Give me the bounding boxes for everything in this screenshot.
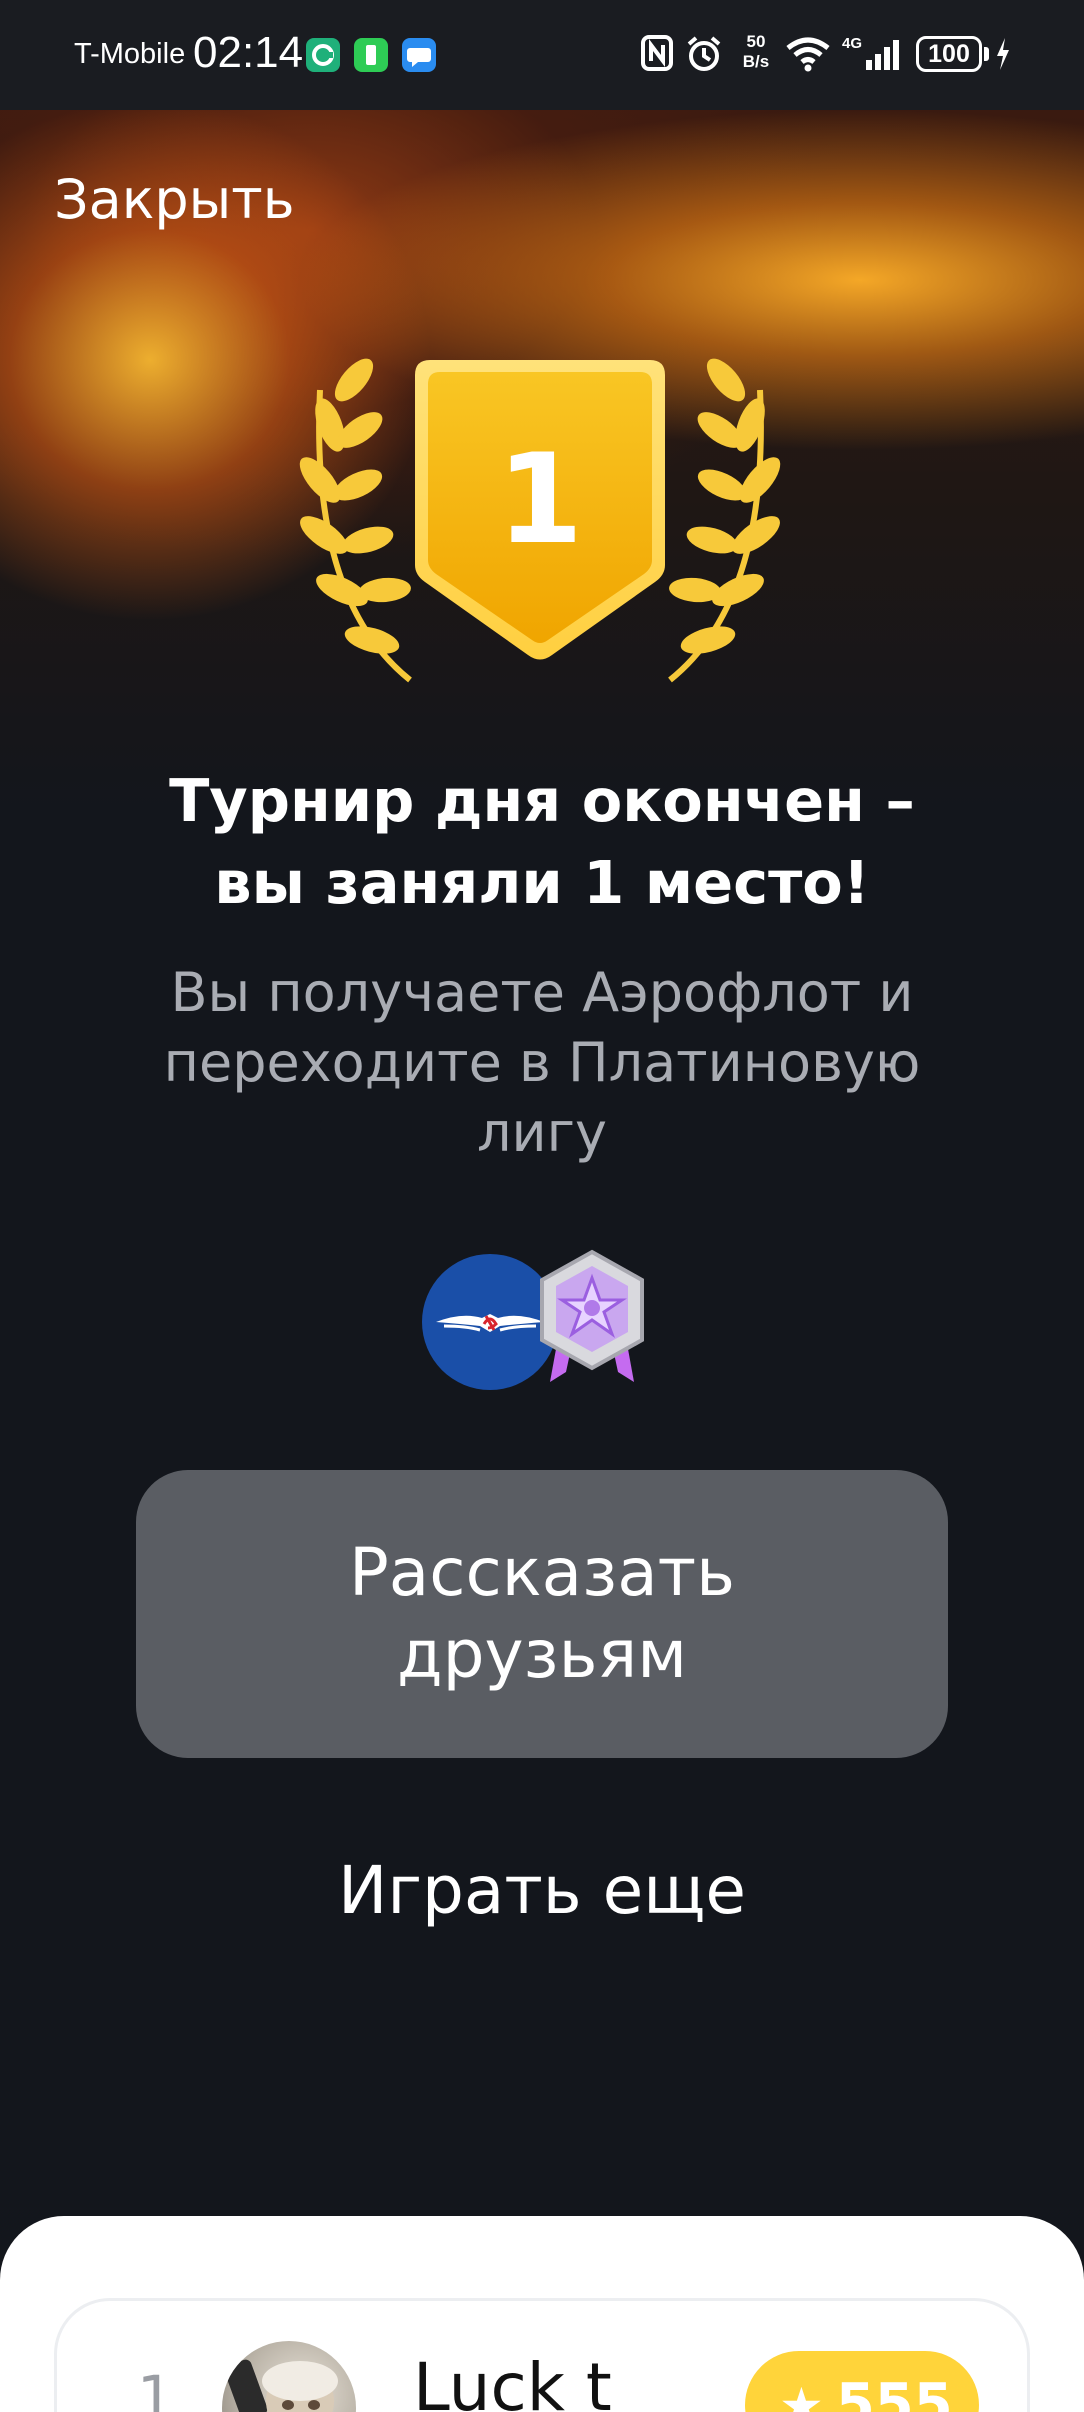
share-button-label-line-2: друзьям [396,1616,688,1693]
wifi-icon [784,36,832,76]
battery-indicator: 100 [916,36,982,72]
share-with-friends-button[interactable]: Рассказать друзьям [136,1470,948,1758]
rank-trophy: 1 [280,350,800,690]
right-laurel-icon [668,358,781,683]
cellular-signal-icon: 4G [842,34,908,78]
battery-app-notification-icon [354,38,388,72]
platinum-league-badge-icon [530,1248,654,1388]
alarm-icon [684,34,724,78]
leaderboard-row-name: Luck t [413,2349,612,2412]
close-button[interactable]: Закрыть [54,168,295,231]
battery-cap [984,47,989,61]
share-button-label-line-1: Рассказать [348,1534,735,1611]
network-speed: 50 B/s [735,32,777,72]
rewards-row [420,1248,660,1398]
star-icon: ★ [779,2377,824,2412]
carrier-label: T-Mobile [74,38,186,70]
clock: 02:14 [193,28,304,77]
charging-icon [994,36,1012,76]
leaderboard-row[interactable]: 1 Luck t ★ 555 [54,2298,1030,2412]
nfc-icon [640,34,674,76]
avatar [222,2341,356,2412]
status-bar: T-Mobile 02:14 50 B/s 4G 100 [0,0,1084,110]
network-speed-value: 50 [746,32,766,51]
tournament-result-screen: T-Mobile 02:14 50 B/s 4G 100 Закрыть 1 Т… [0,0,1084,2412]
left-laurel-icon [299,358,412,683]
leaderboard-row-score: ★ 555 [745,2351,979,2412]
headline-line-2: вы заняли 1 место! [214,848,870,917]
play-again-button[interactable]: Играть еще [0,1852,1084,1929]
headline-line-1: Турнир дня окончен – [169,766,915,835]
messages-notification-icon [402,38,436,72]
rank-badge-number: 1 [497,428,583,572]
leaderboard-row-score-value: 555 [835,2372,953,2412]
network-type-label: 4G [842,35,862,52]
result-headline: Турнир дня окончен – вы заняли 1 место! [0,760,1084,924]
network-speed-unit: B/s [742,52,770,71]
leaderboard-row-rank: 1 [137,2363,174,2412]
leaderboard-sheet[interactable]: 1 Luck t ★ 555 [0,2216,1084,2412]
app-c-notification-icon [306,38,340,72]
result-subtitle: Вы получаете Аэрофлот и переходите в Пла… [163,961,921,1164]
